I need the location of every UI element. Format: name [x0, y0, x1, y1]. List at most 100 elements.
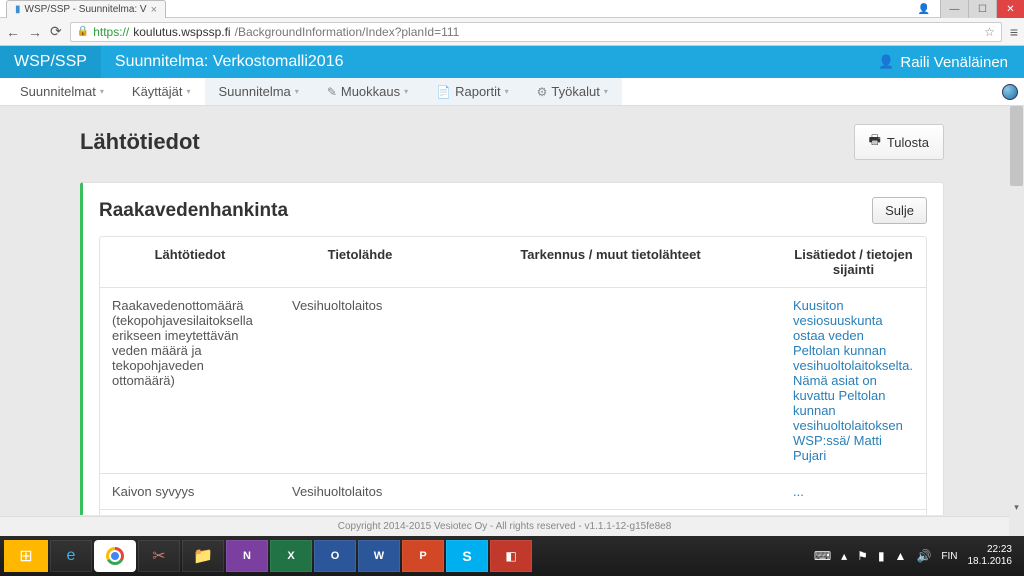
- tab-title: WSP/SSP - Suunnitelma: V: [25, 4, 147, 15]
- globe-icon[interactable]: [1002, 84, 1018, 100]
- app-header: WSP/SSP Suunnitelma: Verkostomalli2016 👤…: [0, 46, 1024, 78]
- system-tray: ⌨ ▴ ⚑ ▮ ▲ 🔊 FIN 22:23 18.1.2016: [814, 544, 1020, 568]
- print-icon: 🖶: [869, 131, 881, 153]
- app-brand[interactable]: WSP/SSP: [0, 46, 101, 78]
- panel-close-button[interactable]: Sulje: [872, 197, 927, 224]
- tray-date: 18.1.2016: [968, 556, 1013, 568]
- taskbar-app[interactable]: ◧: [490, 540, 532, 572]
- chrome-icon: [106, 547, 124, 565]
- network-icon[interactable]: ▲: [895, 549, 907, 563]
- table-header-row: Lähtötiedot Tietolähde Tarkennus / muut …: [100, 237, 926, 287]
- tray-lang[interactable]: FIN: [941, 551, 957, 562]
- chrome-profile-icon[interactable]: 👤: [914, 0, 934, 18]
- bookmark-icon[interactable]: ☆: [984, 25, 995, 39]
- panel-raakavedenhankinta: Raakavedenhankinta Sulje Lähtötiedot Tie…: [80, 182, 944, 515]
- back-icon[interactable]: ←: [6, 24, 20, 40]
- taskbar: ⊞ e ✂ 📁 N X O W P S ◧ ⌨ ▴ ⚑ ▮ ▲ 🔊 FIN 22…: [0, 536, 1024, 576]
- nav-tyokalut[interactable]: ⚙ Työkalut ▾: [523, 78, 622, 105]
- scroll-down-icon[interactable]: ▾: [1010, 501, 1023, 514]
- cell-lisatiedot-link[interactable]: Kuusiton vesiosuuskunta ostaa veden Pelt…: [781, 288, 926, 473]
- url-domain: koulutus.wspssp.fi: [133, 25, 230, 39]
- cell-lahtotiedot: Raakavedenottomäärä (tekopohjavesilaitok…: [100, 288, 280, 473]
- cell-tietolahde: Vesihuoltolaitos: [280, 474, 440, 509]
- tray-up-icon[interactable]: ▴: [841, 549, 847, 563]
- minimize-button[interactable]: —: [940, 0, 968, 18]
- reload-icon[interactable]: ⟳: [50, 23, 62, 40]
- tray-clock[interactable]: 22:23 18.1.2016: [968, 544, 1013, 568]
- panel-title: Raakavedenhankinta: [99, 200, 288, 222]
- tray-time: 22:23: [968, 544, 1013, 556]
- page-head: Lähtötiedot 🖶 Tulosta: [80, 124, 944, 160]
- cell-tietolahde: Vesihuoltolaitos: [280, 510, 440, 515]
- browser-menu-icon[interactable]: ≡: [1010, 24, 1018, 40]
- gear-icon: ⚙: [537, 85, 548, 99]
- chevron-down-icon: ▾: [295, 87, 299, 96]
- user-icon: 👤: [878, 54, 894, 70]
- print-label: Tulosta: [887, 135, 929, 150]
- nav-label: Raportit: [455, 84, 501, 99]
- nav-label: Muokkaus: [341, 84, 400, 99]
- scrollbar-thumb[interactable]: [1010, 106, 1023, 186]
- address-bar[interactable]: 🔒 https:// koulutus.wspssp.fi/BackgroundI…: [70, 22, 1002, 42]
- nav-raportit[interactable]: 📄 Raportit ▾: [422, 78, 523, 105]
- footer-text: Copyright 2014-2015 Vesiotec Oy - All ri…: [338, 521, 672, 532]
- browser-tab[interactable]: ▮ WSP/SSP - Suunnitelma: V ×: [6, 0, 166, 18]
- col-tarkennus: Tarkennus / muut tietolähteet: [440, 237, 781, 287]
- table-row: Kaivotyyppi Vesihuoltolaitos ...: [100, 509, 926, 515]
- taskbar-chrome[interactable]: [94, 540, 136, 572]
- browser-toolbar: ← → ⟳ 🔒 https:// koulutus.wspssp.fi/Backg…: [0, 18, 1024, 46]
- content-viewport: Lähtötiedot 🖶 Tulosta Raakavedenhankinta…: [0, 106, 1024, 515]
- cell-tarkennus: [440, 510, 781, 515]
- data-table: Lähtötiedot Tietolähde Tarkennus / muut …: [99, 236, 927, 515]
- cell-lisatiedot-link[interactable]: ...: [781, 474, 926, 509]
- chevron-down-icon: ▾: [604, 87, 608, 96]
- taskbar-outlook[interactable]: O: [314, 540, 356, 572]
- battery-icon[interactable]: ▮: [878, 549, 885, 563]
- nav-suunnitelmat[interactable]: Suunnitelmat ▾: [6, 78, 118, 105]
- window-controls: — ☐ ✕: [940, 0, 1024, 18]
- close-button[interactable]: ✕: [996, 0, 1024, 18]
- cell-lahtotiedot: Kaivotyyppi: [100, 510, 280, 515]
- user-menu[interactable]: 👤 Raili Venäläinen: [862, 54, 1024, 71]
- url-protocol: https://: [93, 25, 129, 39]
- volume-icon[interactable]: 🔊: [916, 549, 931, 563]
- content: Lähtötiedot 🖶 Tulosta Raakavedenhankinta…: [0, 106, 1024, 515]
- browser-tab-strip: ▮ WSP/SSP - Suunnitelma: V ×: [6, 0, 166, 18]
- taskbar-word[interactable]: W: [358, 540, 400, 572]
- page-title: Lähtötiedot: [80, 129, 200, 155]
- url-path: /BackgroundInformation/Index?planId=111: [235, 25, 460, 39]
- chevron-down-icon: ▾: [187, 87, 191, 96]
- taskbar-excel[interactable]: X: [270, 540, 312, 572]
- taskbar-explorer[interactable]: 📁: [182, 540, 224, 572]
- nav-kayttajat[interactable]: Käyttäjät ▾: [118, 78, 205, 105]
- start-button[interactable]: ⊞: [4, 540, 48, 572]
- footer: Copyright 2014-2015 Vesiotec Oy - All ri…: [0, 516, 1009, 536]
- close-icon[interactable]: ×: [151, 4, 157, 16]
- print-button[interactable]: 🖶 Tulosta: [854, 124, 944, 160]
- cell-lisatiedot-link[interactable]: ...: [781, 510, 926, 515]
- nav-muokkaus[interactable]: ✎ Muokkaus ▾: [313, 78, 422, 105]
- chevron-down-icon: ▾: [100, 87, 104, 96]
- nav-label: Suunnitelmat: [20, 84, 96, 99]
- keyboard-icon[interactable]: ⌨: [814, 549, 831, 563]
- table-row: Raakavedenottomäärä (tekopohjavesilaitok…: [100, 287, 926, 473]
- cell-tarkennus: [440, 288, 781, 473]
- forward-icon[interactable]: →: [28, 24, 42, 40]
- nav-label: Suunnitelma: [219, 84, 291, 99]
- lock-icon: 🔒: [77, 26, 89, 37]
- taskbar-ie[interactable]: e: [50, 540, 92, 572]
- panel-head: Raakavedenhankinta Sulje: [99, 193, 927, 236]
- taskbar-skype[interactable]: S: [446, 540, 488, 572]
- window-title-bar: ▮ WSP/SSP - Suunnitelma: V × 👤 — ☐ ✕: [0, 0, 1024, 18]
- flag-icon[interactable]: ⚑: [857, 549, 868, 563]
- user-name: Raili Venäläinen: [900, 54, 1008, 71]
- maximize-button[interactable]: ☐: [968, 0, 996, 18]
- nav-label: Käyttäjät: [132, 84, 183, 99]
- taskbar-onenote[interactable]: N: [226, 540, 268, 572]
- taskbar-snip[interactable]: ✂: [138, 540, 180, 572]
- plan-title: Suunnitelma: Verkostomalli2016: [101, 53, 862, 71]
- table-row: Kaivon syvyys Vesihuoltolaitos ...: [100, 473, 926, 509]
- taskbar-powerpoint[interactable]: P: [402, 540, 444, 572]
- document-icon: 📄: [436, 85, 451, 99]
- nav-suunnitelma[interactable]: Suunnitelma ▾: [205, 78, 313, 105]
